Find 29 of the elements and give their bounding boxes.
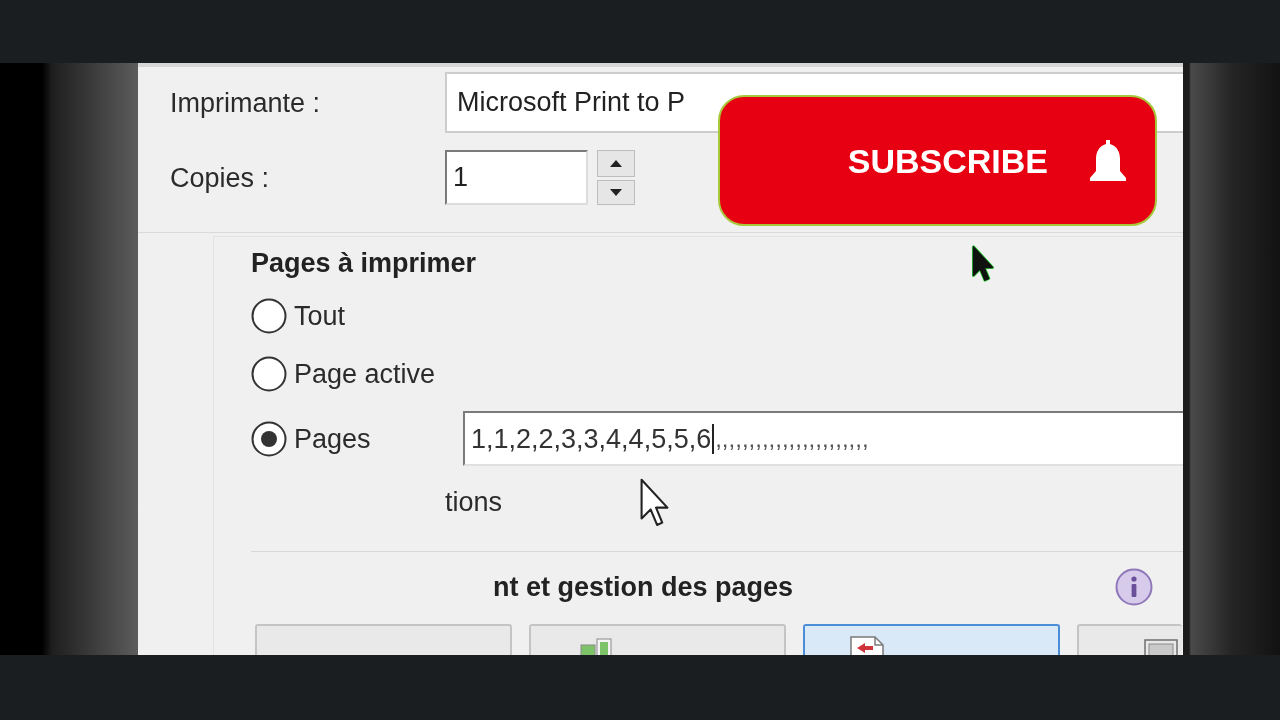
info-icon[interactable] <box>1115 568 1153 606</box>
page-icon <box>1144 639 1178 655</box>
text-caret-icon <box>712 423 715 454</box>
down-arrow-icon <box>610 189 622 196</box>
layout-option-button[interactable] <box>803 624 1060 655</box>
decrement-button[interactable] <box>597 180 635 205</box>
printer-label: Imprimante : <box>170 86 322 119</box>
trailing-commas: ,,,,,,,,,,,,,,,,,,,,,,, <box>715 424 869 453</box>
radio-label[interactable]: Pages <box>294 422 371 455</box>
radio-button[interactable] <box>251 298 287 334</box>
radio-label[interactable]: Tout <box>294 300 346 332</box>
option-label: tions <box>445 486 503 518</box>
group-heading: Pages à imprimer <box>251 247 477 279</box>
document-icon <box>847 636 887 655</box>
radio-button[interactable] <box>251 356 287 392</box>
copies-label: Copies : <box>170 161 271 194</box>
pages-value: 1,1,2,2,3,3,4,4,5,5,6 <box>471 422 712 455</box>
radio-label[interactable]: Page active <box>294 358 436 390</box>
mouse-pointer-icon <box>971 245 995 283</box>
radio-button[interactable] <box>251 420 287 457</box>
up-arrow-icon <box>610 160 622 167</box>
section-heading: nt et gestion des pages <box>493 571 794 603</box>
bell-icon <box>1088 138 1128 183</box>
mouse-pointer-icon <box>639 477 670 529</box>
pages-field[interactable]: 1,1,2,2,3,3,4,4,5,5,6,,,,,,,,,,,,,,,,,,,,,,, <box>463 411 1183 466</box>
layout-option-button[interactable] <box>1077 624 1182 655</box>
subscribe-toast[interactable]: SUBSCRIBE <box>718 95 1157 226</box>
copies-field[interactable]: 1 <box>445 150 588 205</box>
increment-button[interactable] <box>597 150 635 177</box>
